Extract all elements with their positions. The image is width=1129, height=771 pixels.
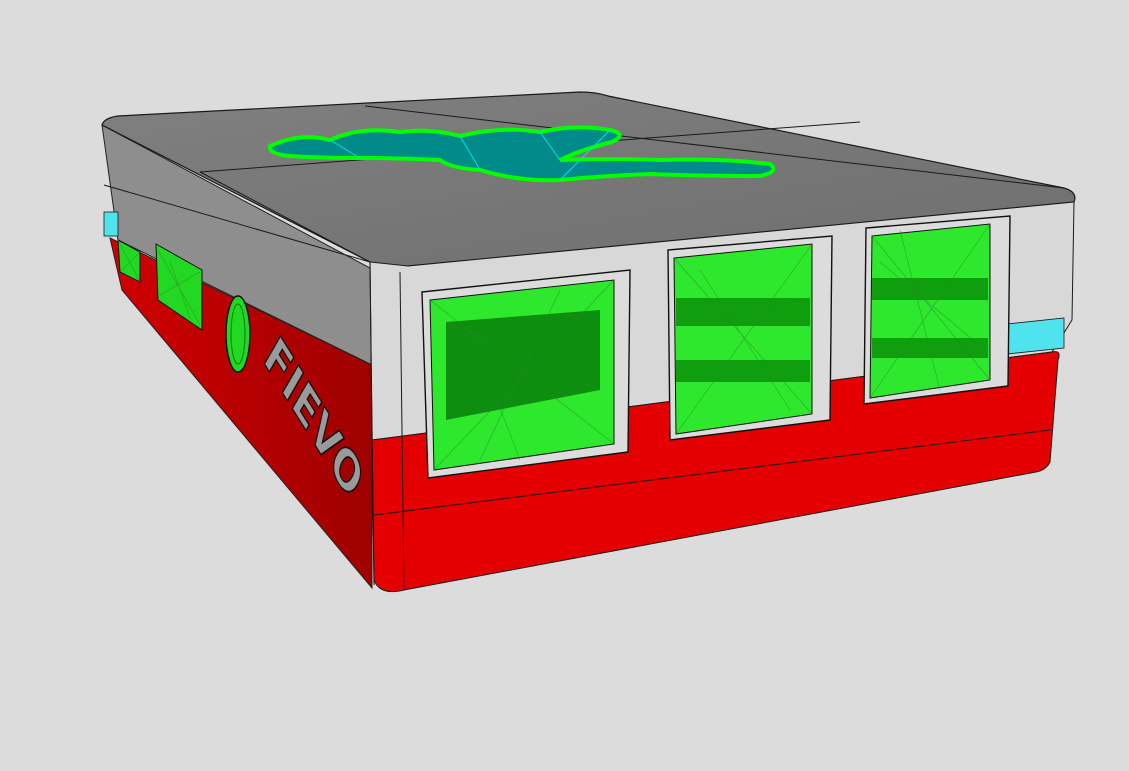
3d-viewport[interactable]: FIEVO — [0, 0, 1129, 771]
ethernet-port — [863, 215, 1011, 405]
cyan-accent-left — [103, 211, 119, 237]
usb-port-1 — [421, 269, 631, 479]
usb-port-2 — [667, 235, 833, 441]
side-round-hole — [225, 295, 251, 373]
case-model: FIEVO — [101, 91, 1076, 593]
